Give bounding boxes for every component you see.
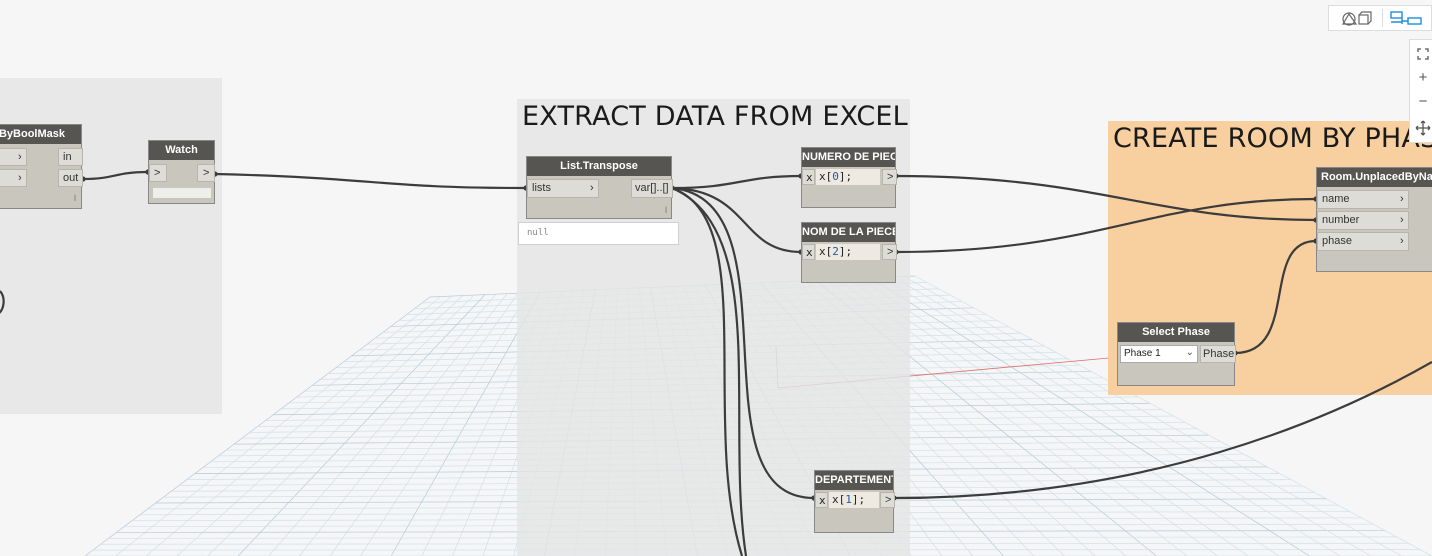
- numero-code: x[0];: [819, 170, 853, 183]
- graph-view-icon: [1390, 11, 1422, 25]
- numero-output-port[interactable]: >: [882, 169, 897, 185]
- nom-output-port[interactable]: >: [882, 244, 897, 260]
- node-numero-de-piece[interactable]: NUMERO DE PIECE x x[0]; >: [801, 147, 897, 208]
- transpose-input-lists-label: lists: [532, 182, 551, 194]
- room-input-number[interactable]: number ›: [1317, 211, 1409, 230]
- numero-var-label: x: [806, 171, 813, 184]
- geometry-view-icon: [1341, 11, 1372, 26]
- pan-button[interactable]: [1410, 116, 1432, 140]
- room-input-number-arrow: ›: [1400, 214, 1404, 226]
- node-departement[interactable]: DEPARTEMENT x x[1]; >: [814, 470, 895, 533]
- filter-output-in-label: in: [63, 151, 72, 163]
- transpose-preview-bubble[interactable]: null: [518, 222, 679, 245]
- departement-input-port[interactable]: x: [815, 492, 828, 508]
- node-list-transpose[interactable]: List.Transpose lists › var[]..[] l: [526, 156, 673, 219]
- zoom-out-button[interactable]: −: [1410, 90, 1432, 114]
- filter-output-in[interactable]: in: [58, 148, 83, 166]
- transpose-preview-value: null: [527, 228, 549, 238]
- node-departement-title: DEPARTEMENT: [815, 471, 893, 490]
- nom-out-arrow: >: [887, 246, 894, 258]
- node-watch-title: Watch: [149, 141, 214, 160]
- transpose-input-lists[interactable]: lists ›: [527, 179, 599, 198]
- room-input-phase-label: phase: [1322, 235, 1352, 247]
- room-input-name-arrow: ›: [1400, 193, 1404, 205]
- departement-code-editor[interactable]: x[1];: [829, 492, 879, 508]
- zoom-controls[interactable]: + −: [1409, 39, 1432, 143]
- phase-output-label: Phase: [1203, 348, 1235, 360]
- nom-var-label: x: [806, 246, 813, 259]
- node-filter-title: FilterByBoolMask: [0, 125, 81, 144]
- node-room-unplaced-by-name[interactable]: Room.UnplacedByName name › number › phas…: [1316, 167, 1432, 272]
- watch-input-port[interactable]: >: [149, 164, 167, 182]
- node-transpose-title: List.Transpose: [527, 157, 671, 176]
- filter-input-port-2[interactable]: ›: [0, 169, 27, 187]
- node-numero-title: NUMERO DE PIECE: [802, 148, 895, 167]
- pan-icon: [1415, 120, 1431, 136]
- watch-value-area: [153, 188, 211, 198]
- departement-output-port[interactable]: >: [880, 492, 895, 508]
- filter-input-arrow-2: ›: [18, 172, 22, 184]
- node-watch[interactable]: Watch > >: [148, 140, 215, 204]
- view-toggle-bar[interactable]: [1328, 5, 1432, 31]
- watch-output-port[interactable]: >: [197, 164, 215, 182]
- room-input-name[interactable]: name ›: [1317, 190, 1409, 209]
- node-room-title: Room.UnplacedByName: [1317, 168, 1432, 187]
- group-create-room-title: CREATE ROOM BY PHASE: [1113, 123, 1432, 154]
- filter-input-arrow-1: ›: [18, 151, 22, 163]
- transpose-input-arrow: ›: [590, 182, 594, 194]
- nom-code: x[2];: [819, 245, 853, 258]
- node-select-phase-title: Select Phase: [1118, 323, 1234, 342]
- node-select-phase[interactable]: Select Phase Phase 1 ⌄ Phase: [1117, 322, 1236, 386]
- departement-var-label: x: [819, 494, 826, 507]
- geometry-view-button[interactable]: [1329, 6, 1381, 30]
- chevron-down-icon: ⌄: [1185, 347, 1194, 358]
- node-nom-title: NOM DE LA PIECE: [802, 223, 895, 242]
- numero-code-editor[interactable]: x[0];: [816, 169, 880, 185]
- fit-view-button[interactable]: [1410, 42, 1432, 66]
- numero-out-arrow: >: [887, 171, 894, 183]
- node-filter-by-bool-mask[interactable]: FilterByBoolMask › › in out l: [0, 124, 83, 209]
- transpose-lacing-indicator: l: [665, 205, 667, 215]
- filter-lacing-indicator: l: [74, 193, 76, 203]
- room-input-phase[interactable]: phase ›: [1317, 232, 1409, 251]
- nom-code-editor[interactable]: x[2];: [816, 244, 880, 260]
- phase-dropdown-value: Phase 1: [1124, 348, 1161, 359]
- watch-in-arrow: >: [154, 167, 161, 179]
- graph-view-button[interactable]: [1383, 6, 1431, 30]
- fit-view-icon: [1417, 48, 1429, 60]
- transpose-output-var[interactable]: var[]..[]: [631, 179, 673, 198]
- phase-dropdown[interactable]: Phase 1 ⌄: [1120, 345, 1198, 363]
- group-extract-data-title: EXTRACT DATA FROM EXCEL: [522, 101, 908, 132]
- phase-output-port[interactable]: Phase: [1200, 345, 1236, 363]
- room-input-number-label: number: [1322, 214, 1360, 226]
- filter-output-out[interactable]: out: [58, 169, 83, 187]
- node-nom-de-la-piece[interactable]: NOM DE LA PIECE x x[2]; >: [801, 222, 897, 283]
- departement-out-arrow: >: [885, 494, 892, 506]
- departement-code: x[1];: [832, 493, 866, 506]
- nom-input-port[interactable]: x: [802, 244, 815, 260]
- watch-out-arrow: >: [203, 167, 210, 179]
- numero-input-port[interactable]: x: [802, 169, 815, 185]
- room-input-name-label: name: [1322, 193, 1350, 205]
- zoom-in-button[interactable]: +: [1410, 66, 1432, 90]
- filter-output-out-label: out: [63, 172, 79, 184]
- transpose-output-label: var[]..[]: [635, 182, 669, 194]
- filter-input-port-1[interactable]: ›: [0, 148, 27, 166]
- room-input-phase-arrow: ›: [1400, 235, 1404, 247]
